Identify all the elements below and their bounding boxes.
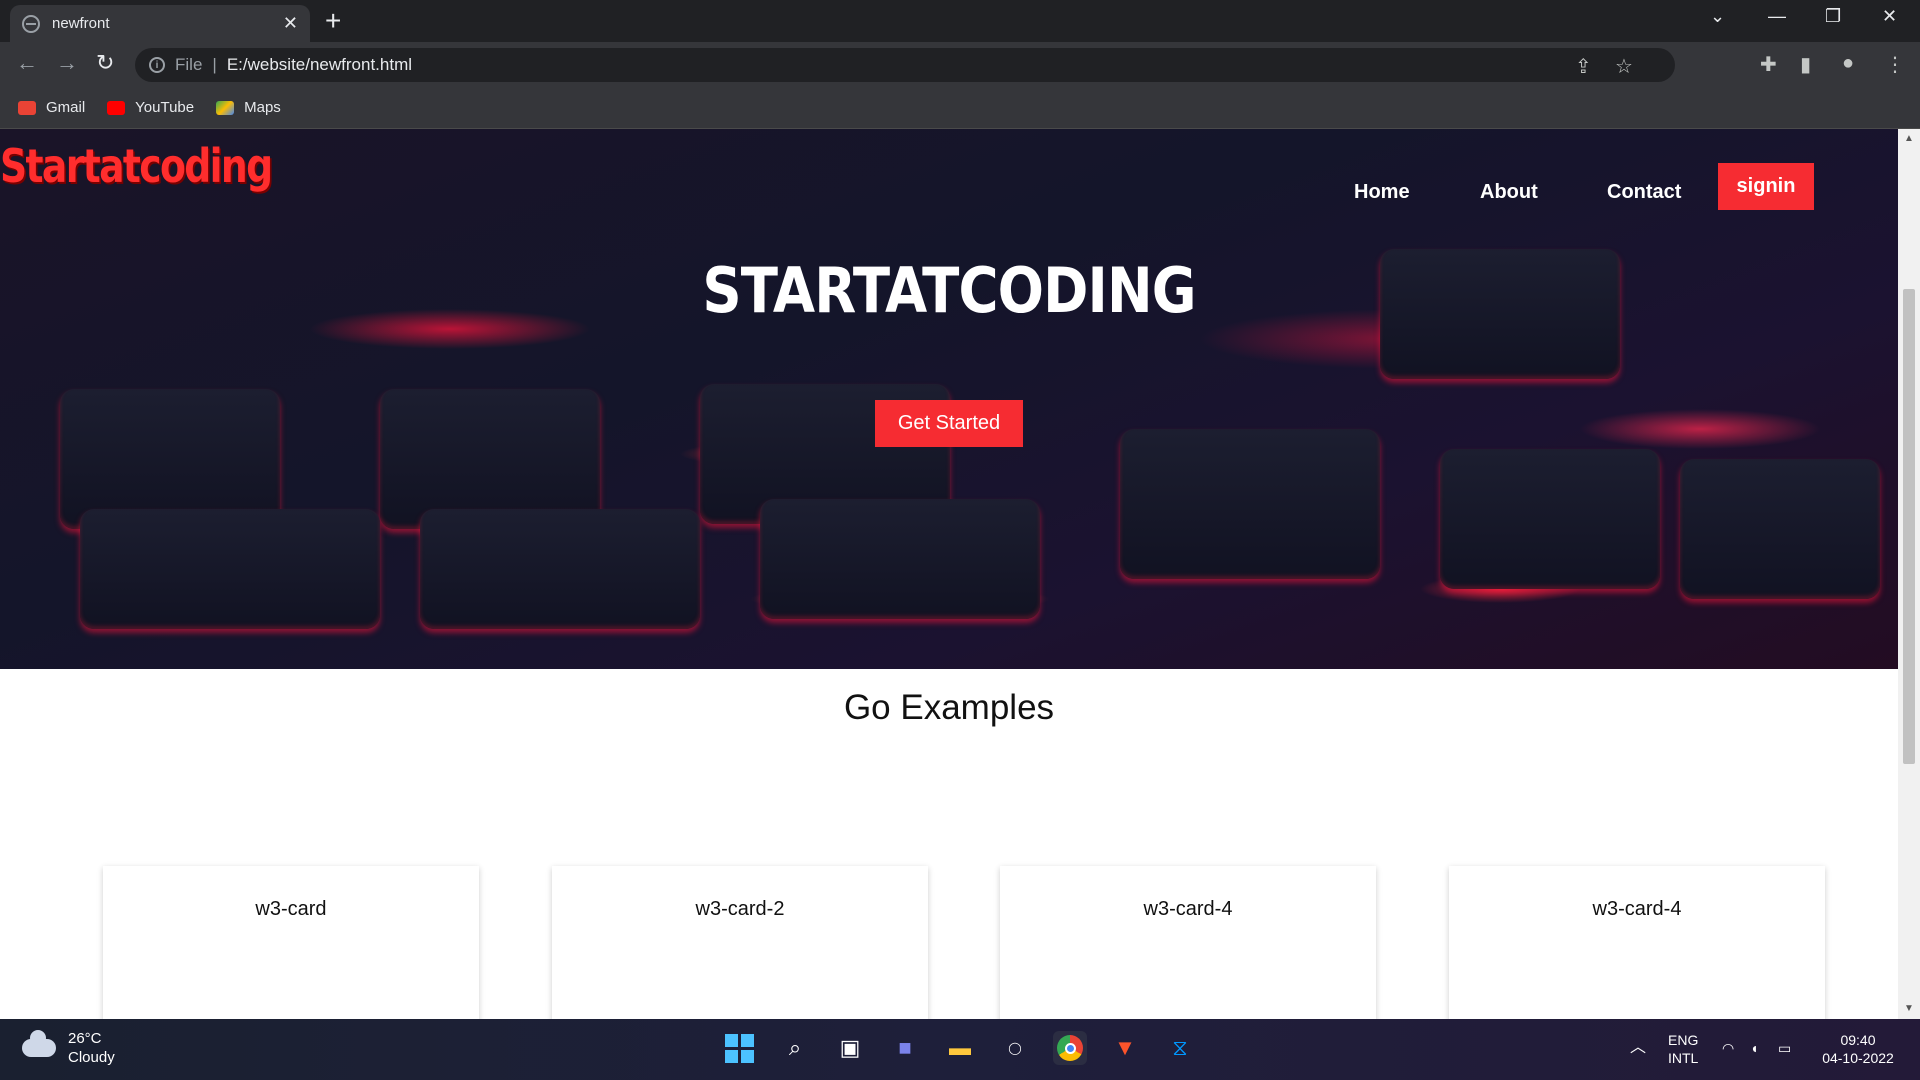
minimize-icon[interactable]: — <box>1768 6 1786 27</box>
card-title: w3-card <box>255 898 327 920</box>
keyboard-key <box>1440 449 1660 589</box>
wifi-icon[interactable]: ◠ <box>1722 1039 1734 1057</box>
keyboard-key <box>760 499 1040 619</box>
url-text[interactable]: E:/website/newfront.html <box>227 55 412 75</box>
restore-icon[interactable]: ❐ <box>1825 6 1841 27</box>
address-bar[interactable]: i File | E:/website/newfront.html ⇪ ☆ <box>135 48 1675 82</box>
keyboard-key <box>420 509 700 629</box>
nav-about[interactable]: About <box>1480 181 1538 204</box>
info-icon[interactable]: i <box>149 57 165 73</box>
language-indicator[interactable]: ENG INTL <box>1668 1031 1698 1067</box>
vscode-icon[interactable]: ⧖ <box>1163 1031 1197 1065</box>
bookmark-star-icon[interactable]: ☆ <box>1615 54 1633 79</box>
tab-search-chevron-icon[interactable]: ⌄ <box>1710 6 1725 27</box>
url-separator: | <box>212 55 217 74</box>
nav-contact[interactable]: Contact <box>1607 181 1681 204</box>
brave-icon[interactable]: ▼ <box>1108 1031 1142 1065</box>
browser-toolbar: ← → ↻ i File | E:/website/newfront.html … <box>0 42 1920 87</box>
bookmark-maps[interactable]: Maps <box>216 99 281 116</box>
card-1: w3-card <box>103 866 479 1019</box>
side-panel-icon[interactable]: ▮ <box>1800 52 1811 77</box>
battery-icon[interactable]: ▭ <box>1778 1039 1791 1057</box>
nav-home[interactable]: Home <box>1354 181 1410 204</box>
taskbar: 26°C Cloudy ⌕ ▣ ■ ▬ ◯ ▼ ⧖ ︿ ENG INTL ◠ ◖… <box>0 1019 1920 1080</box>
scroll-thumb[interactable] <box>1903 289 1915 764</box>
search-icon[interactable]: ⌕ <box>778 1031 812 1065</box>
signin-button[interactable]: signin <box>1718 163 1814 210</box>
keyboard-key <box>1120 429 1380 579</box>
url-scheme: File <box>175 55 203 74</box>
bookmark-gmail[interactable]: Gmail <box>18 99 85 116</box>
reload-icon[interactable]: ↻ <box>96 50 114 76</box>
close-window-icon[interactable]: ✕ <box>1882 6 1897 27</box>
chat-icon[interactable]: ■ <box>888 1031 922 1065</box>
bookmark-label: Maps <box>244 99 281 116</box>
clock[interactable]: 09:40 04-10-2022 <box>1818 1031 1898 1067</box>
extensions-puzzle-icon[interactable]: ✚ <box>1760 52 1777 77</box>
keyboard-key <box>1680 459 1880 599</box>
card-2: w3-card-2 <box>552 866 928 1019</box>
chevron-up-icon[interactable]: ︿ <box>1630 1039 1646 1057</box>
bookmarks-bar: Gmail YouTube Maps <box>0 87 1920 129</box>
keyboard-key <box>380 389 600 529</box>
keyboard-key <box>80 509 380 629</box>
page-viewport: Startatcoding Home About Contact signin … <box>0 129 1898 1019</box>
globe-icon <box>22 14 40 33</box>
close-tab-icon[interactable]: ✕ <box>283 13 298 34</box>
share-icon[interactable]: ⇪ <box>1575 54 1592 79</box>
youtube-icon <box>107 100 126 115</box>
page-scrollbar[interactable]: ▲ ▼ <box>1898 129 1920 1019</box>
profile-icon[interactable]: ● <box>1842 52 1854 75</box>
back-arrow-icon[interactable]: ← <box>16 50 38 76</box>
keyboard-key <box>60 389 280 529</box>
keyboard-layout: INTL <box>1668 1050 1699 1066</box>
hero-title: STARTATCODING <box>702 254 1196 327</box>
card-4: w3-card-4 <box>1449 866 1825 1019</box>
card-title: w3-card-4 <box>1143 898 1233 920</box>
get-started-button[interactable]: Get Started <box>875 400 1023 447</box>
card-title: w3-card-2 <box>695 898 785 920</box>
file-explorer-icon[interactable]: ▬ <box>943 1031 977 1065</box>
time: 09:40 <box>1840 1032 1876 1048</box>
task-view-icon[interactable]: ▣ <box>833 1031 867 1065</box>
language-code: ENG <box>1668 1032 1699 1048</box>
tab-strip: newfront ✕ + ⌄ — ❐ ✕ <box>0 0 1920 42</box>
volume-icon[interactable]: ◖ <box>1750 1039 1758 1057</box>
section-title: Go Examples <box>843 688 1055 727</box>
forward-arrow-icon[interactable]: → <box>56 50 78 76</box>
scroll-down-arrow-icon[interactable]: ▼ <box>1904 1003 1914 1014</box>
date: 04-10-2022 <box>1822 1050 1894 1066</box>
bookmark-youtube[interactable]: YouTube <box>107 99 194 116</box>
bookmark-label: YouTube <box>135 99 195 116</box>
windows-start-icon[interactable] <box>722 1031 756 1065</box>
dell-icon[interactable]: ◯ <box>998 1031 1032 1065</box>
chrome-icon[interactable] <box>1053 1031 1087 1065</box>
weather-condition: Cloudy <box>68 1049 115 1066</box>
scroll-up-arrow-icon[interactable]: ▲ <box>1904 133 1914 144</box>
gmail-icon <box>18 100 36 115</box>
card-title: w3-card-4 <box>1592 898 1682 920</box>
cloud-icon <box>22 1030 56 1057</box>
temperature: 26°C <box>68 1030 102 1047</box>
weather-widget[interactable]: 26°C Cloudy <box>22 1029 115 1067</box>
site-logo[interactable]: Startatcoding <box>0 139 273 193</box>
bookmark-label: Gmail <box>46 99 86 116</box>
card-3: w3-card-4 <box>1000 866 1376 1019</box>
tab-title: newfront <box>52 15 110 32</box>
hero-section: Startatcoding Home About Contact signin … <box>0 129 1898 669</box>
menu-dots-icon[interactable]: ⋮ <box>1885 52 1905 77</box>
browser-tab[interactable]: newfront ✕ <box>10 5 310 42</box>
maps-icon <box>216 100 235 115</box>
new-tab-button[interactable]: + <box>325 6 341 36</box>
